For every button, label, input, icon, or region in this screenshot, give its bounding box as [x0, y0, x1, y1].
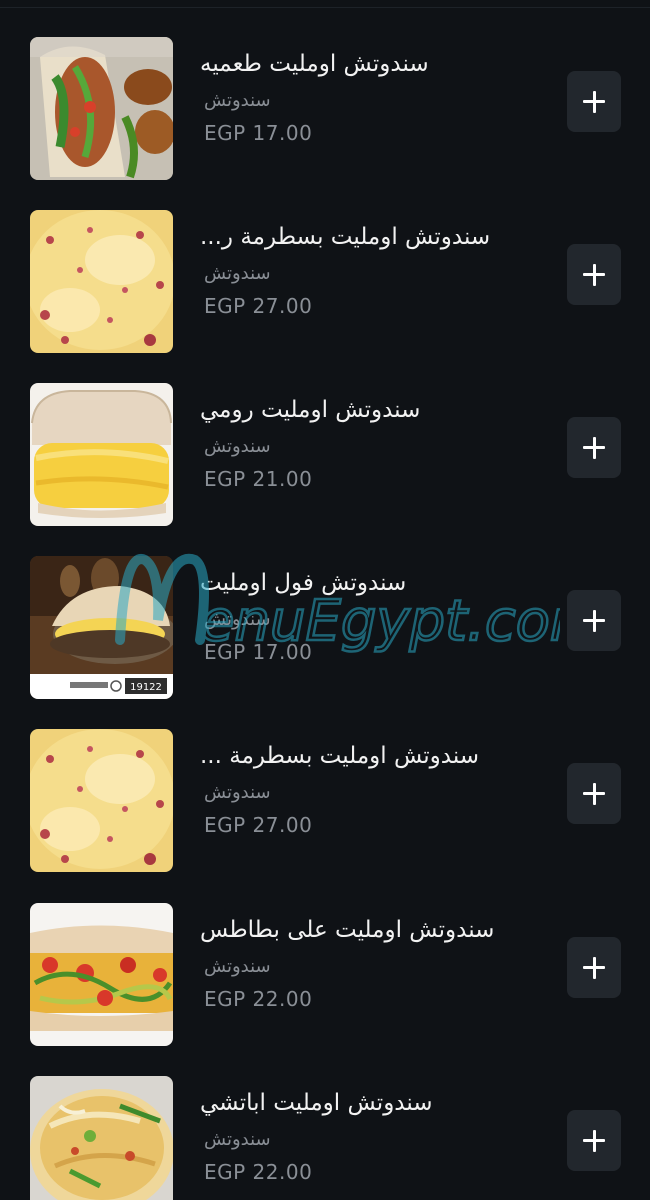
add-to-cart-button[interactable] [567, 1110, 621, 1171]
item-category: سندوتش [204, 263, 271, 284]
item-category: سندوتش [204, 1129, 271, 1150]
item-price: EGP 17.00 [204, 640, 313, 664]
menu-item[interactable]: سندوتش اومليت على بطاطس سندوتش EGP 22.00 [0, 903, 650, 1049]
item-title: سندوتش اومليت اباتشي [200, 1090, 433, 1116]
item-category: سندوتش [204, 956, 271, 977]
plus-icon [583, 1129, 605, 1152]
item-photo[interactable] [30, 383, 173, 526]
item-category: سندوتش [204, 90, 271, 111]
menu-item-list: سندوتش اومليت طعميه سندوتش EGP 17.00 سند… [0, 0, 650, 1200]
item-photo[interactable]: 19122 [30, 556, 173, 699]
item-photo[interactable] [30, 37, 173, 180]
menu-item[interactable]: سندوتش اومليت بسطرمة ر... سندوتش EGP 27.… [0, 210, 650, 356]
item-title: سندوتش اومليت على بطاطس [200, 917, 495, 943]
item-title: سندوتش اومليت رومي [200, 397, 421, 423]
item-photo[interactable] [30, 210, 173, 353]
item-photo[interactable] [30, 1076, 173, 1200]
menu-item[interactable]: سندوتش اومليت رومي سندوتش EGP 21.00 [0, 383, 650, 529]
plus-icon [583, 90, 605, 113]
item-price: EGP 21.00 [204, 467, 313, 491]
item-price: EGP 17.00 [204, 121, 313, 145]
add-to-cart-button[interactable] [567, 71, 621, 132]
item-category: سندوتش [204, 609, 271, 630]
plus-icon [583, 436, 605, 459]
item-title: سندوتش فول اومليت [200, 570, 407, 596]
plus-icon [583, 609, 605, 632]
menu-item[interactable]: سندوتش اومليت طعميه سندوتش EGP 17.00 [0, 37, 650, 183]
photo-badge-text: 19122 [130, 682, 162, 693]
menu-item[interactable]: سندوتش اومليت اباتشي سندوتش EGP 22.00 [0, 1076, 650, 1200]
item-category: سندوتش [204, 436, 271, 457]
item-price: EGP 27.00 [204, 813, 313, 837]
item-price: EGP 22.00 [204, 987, 313, 1011]
item-category: سندوتش [204, 782, 271, 803]
item-title: سندوتش اومليت بسطرمة ... [200, 743, 480, 769]
plus-icon [583, 263, 605, 286]
menu-screen: سندوتش اومليت طعميه سندوتش EGP 17.00 سند… [0, 0, 650, 1200]
plus-icon [583, 956, 605, 979]
item-price: EGP 27.00 [204, 294, 313, 318]
add-to-cart-button[interactable] [567, 590, 621, 651]
add-to-cart-button[interactable] [567, 763, 621, 824]
item-photo[interactable] [30, 729, 173, 872]
add-to-cart-button[interactable] [567, 937, 621, 998]
add-to-cart-button[interactable] [567, 244, 621, 305]
plus-icon [583, 782, 605, 805]
menu-item[interactable]: سندوتش اومليت بسطرمة ... سندوتش EGP 27.0… [0, 729, 650, 875]
add-to-cart-button[interactable] [567, 417, 621, 478]
item-price: EGP 22.00 [204, 1160, 313, 1184]
item-title: سندوتش اومليت طعميه [200, 51, 429, 77]
item-photo[interactable] [30, 903, 173, 1046]
menu-item[interactable]: 19122 سندوتش فول اومليت سندوتش EGP 17.00 [0, 556, 650, 702]
item-title: سندوتش اومليت بسطرمة ر... [200, 224, 491, 250]
